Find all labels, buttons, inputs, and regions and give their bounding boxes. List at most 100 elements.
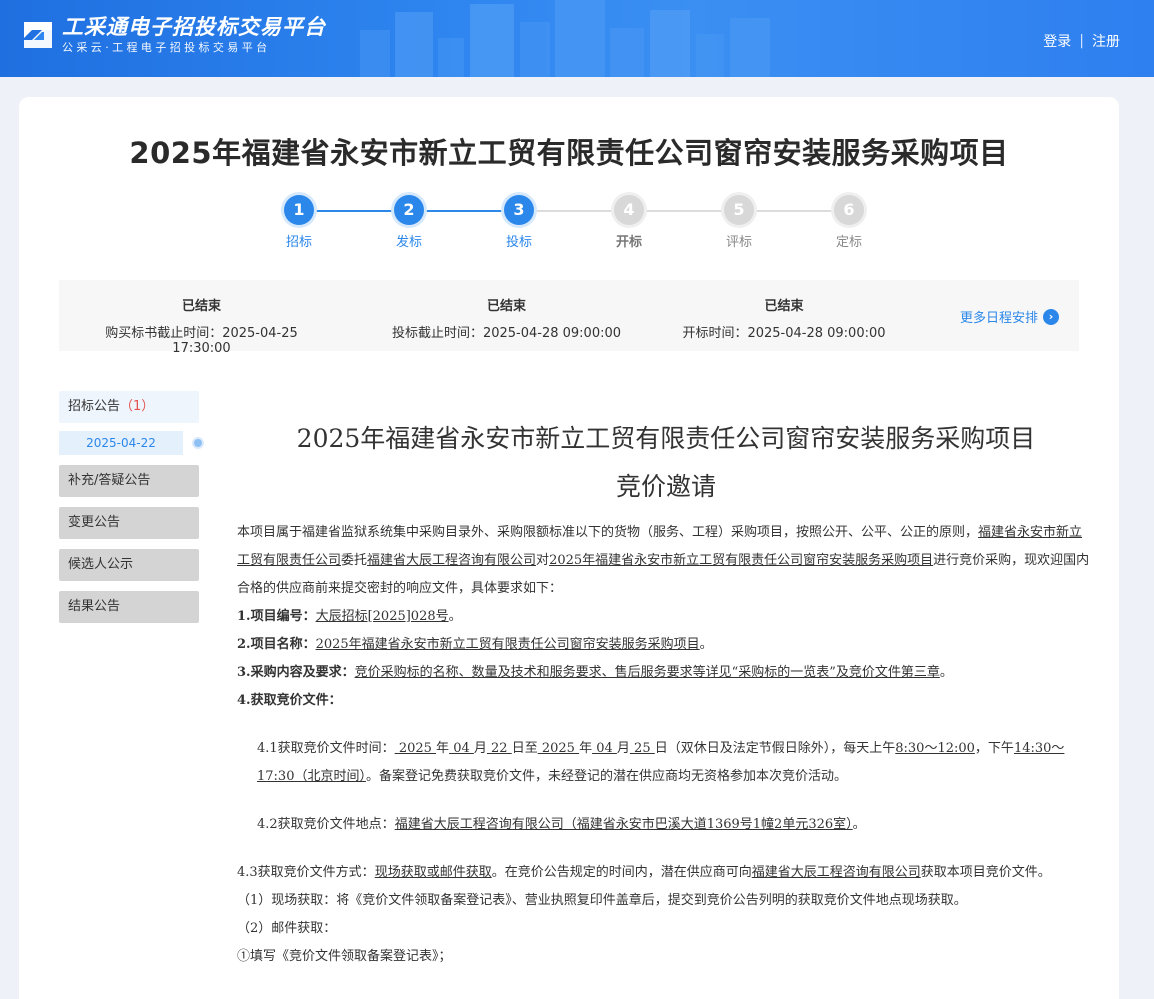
login-link[interactable]: 登录	[1043, 31, 1071, 51]
section-text: 。	[852, 817, 866, 832]
more-schedule-link[interactable]: 更多日程安排 ›	[960, 307, 1059, 326]
step-number: 4	[614, 195, 644, 225]
step-label: 定标	[835, 235, 862, 250]
schedule-bar: 已结束 购买标书截止时间：2025-04-25 17:30:00 已结束 投标截…	[59, 280, 1079, 356]
item-project-number: 1.项目编号：大辰招标[2025]028号。	[237, 603, 1095, 631]
date-year: 2025	[537, 741, 580, 756]
sidebar-item-label: 招标公告	[68, 399, 121, 414]
section-text: 4.3获取竞价文件方式：	[237, 865, 375, 880]
schedule-text: 开标时间：2025-04-28 09:00:00	[682, 326, 886, 341]
schedule-status: 已结束	[181, 299, 221, 314]
step-number: 5	[724, 195, 754, 225]
onsite-pickup: （1）现场获取：将《竞价文件领取备案登记表》、营业执照复印件盖章后，提交到竞价公…	[237, 893, 967, 908]
notice-date-link[interactable]: 2025-04-22	[59, 431, 183, 455]
pickup-address: 福建省大辰工程咨询有限公司（福建省永安市巴溪大道1369号1幢2单元326室）	[394, 817, 853, 832]
sidebar-item-candidate[interactable]: 候选人公示	[59, 549, 199, 581]
item-label: 3.采购内容及要求：	[237, 665, 355, 680]
step-number: 1	[284, 195, 314, 225]
sidebar-item-change[interactable]: 变更公告	[59, 507, 199, 539]
notice-count: （1）	[120, 399, 155, 414]
schedule-item-opening: 已结束 开标时间：2025-04-28 09:00:00	[674, 295, 894, 341]
agency-name: 福建省大辰工程咨询有限公司	[367, 553, 537, 568]
section-4-1: 4.1获取竞价文件时间： 2025 年 04 月 22 日至 2025 年 04…	[237, 735, 1095, 791]
register-link[interactable]: 注册	[1092, 31, 1120, 51]
schedule-text: 投标截止时间：2025-04-28 09:00:00	[391, 326, 622, 341]
more-schedule-label: 更多日程安排	[959, 311, 1038, 326]
notice-date-entry: 2025-04-22	[59, 431, 202, 459]
date-year: 2025	[394, 741, 437, 756]
date-month: 04	[449, 741, 474, 756]
step-number: 2	[394, 195, 424, 225]
morning-hours: 8:30～12:00	[895, 741, 975, 756]
section-text: 。在竞价公告规定的时间内，潜在供应商可向	[491, 865, 752, 880]
intro-text: 本项目属于福建省监狱系统集中采购目录外、采购限额标准以下的货物（服务、工程）采购…	[237, 525, 979, 540]
section-4-3: 4.3获取竞价文件方式：现场获取或邮件获取。在竞价公告规定的时间内，潜在供应商可…	[237, 859, 1095, 887]
item-end: 。	[939, 665, 953, 680]
sidebar-item-tender-notice[interactable]: 招标公告（1）	[59, 391, 199, 423]
step-award: 6 定标	[819, 195, 879, 250]
section-text: 4.2获取竞价文件地点：	[257, 817, 395, 832]
item-project-name: 2.项目名称：2025年福建省永安市新立工贸有限责任公司窗帘安装服务采购项目。	[237, 631, 1095, 659]
project-name: 2025年福建省永安市新立工贸有限责任公司窗帘安装服务采购项目	[549, 553, 934, 568]
section-text: 日（双休日及法定节假日除外），每天上午	[654, 741, 896, 756]
item-obtain-docs: 4.获取竞价文件：	[237, 687, 1095, 715]
item-value: 大辰招标[2025]028号	[315, 609, 449, 624]
section-text: 。备案登记免费获取竞价文件，未经登记的潜在供应商均无资格参加本次竞价活动。	[365, 769, 847, 784]
schedule-item-bid-deadline: 已结束 投标截止时间：2025-04-28 09:00:00	[389, 295, 624, 341]
schedule-item-purchase: 已结束 购买标书截止时间：2025-04-25 17:30:00	[79, 295, 324, 356]
step-open: 4 开标	[599, 195, 659, 250]
fill-form-step: ①填写《竞价文件领取备案登记表》；	[237, 949, 452, 964]
step-label: 投标	[505, 235, 532, 250]
step-tender: 1 招标	[269, 195, 329, 250]
date-day: 25	[629, 741, 655, 756]
item-end: 。	[699, 637, 713, 652]
section-text: 月	[473, 741, 487, 756]
step-bid: 3 投标	[489, 195, 549, 250]
article-title-line1: 2025年福建省永安市新立工贸有限责任公司窗帘安装服务采购项目	[296, 424, 1036, 453]
item-value: 2025年福建省永安市新立工贸有限责任公司窗帘安装服务采购项目	[315, 637, 700, 652]
logo-subtitle: 公采云·工程电子招投标交易平台	[62, 41, 271, 54]
step-issue: 2 发标	[379, 195, 439, 250]
intro-paragraph: 本项目属于福建省监狱系统集中采购目录外、采购限额标准以下的货物（服务、工程）采购…	[237, 519, 1095, 603]
section-text: 月	[616, 741, 630, 756]
schedule-text: 购买标书截止时间：2025-04-25 17:30:00	[105, 326, 298, 356]
notice-article: 2025年福建省永安市新立工贸有限责任公司窗帘安装服务采购项目 竞价邀请 本项目…	[237, 415, 1095, 971]
item-label: 4.获取竞价文件：	[237, 693, 342, 708]
step-label: 开标	[615, 235, 642, 250]
section-text: 获取本项目竞价文件。	[920, 865, 1051, 880]
project-card: 2025年福建省永安市新立工贸有限责任公司窗帘安装服务采购项目 1 招标 2 发…	[19, 97, 1119, 999]
article-title-line2: 竞价邀请	[615, 472, 716, 501]
active-dot-icon	[194, 439, 202, 447]
section-text: 日至	[511, 741, 538, 756]
step-label: 招标	[285, 235, 312, 250]
date-month: 04	[592, 741, 617, 756]
step-evaluate: 5 评标	[709, 195, 769, 250]
item-end: 。	[448, 609, 462, 624]
agency-name: 福建省大辰工程咨询有限公司	[751, 865, 921, 880]
chevron-right-icon: ›	[1043, 308, 1059, 325]
notice-sidebar: 招标公告（1） 2025-04-22 补充/答疑公告 变更公告 候选人公示 结果…	[59, 391, 202, 633]
skyline-decoration	[360, 0, 770, 77]
step-number: 3	[504, 195, 534, 225]
item-label: 2.项目名称：	[237, 637, 316, 652]
sidebar-item-result[interactable]: 结果公告	[59, 591, 199, 623]
logo-icon	[24, 22, 52, 48]
date-day: 22	[486, 741, 512, 756]
item-requirements: 3.采购内容及要求：竞价采购标的名称、数量及技术和服务要求、售后服务要求等详见“…	[237, 659, 1095, 687]
section-text: 4.1获取竞价文件时间：	[257, 741, 395, 756]
section-4-2: 4.2获取竞价文件地点：福建省大辰工程咨询有限公司（福建省永安市巴溪大道1369…	[237, 811, 1095, 839]
page-title: 2025年福建省永安市新立工贸有限责任公司窗帘安装服务采购项目	[129, 136, 1009, 170]
section-text: ，下午	[974, 741, 1014, 756]
platform-logo[interactable]: 工采通电子招投标交易平台 公采云·工程电子招投标交易平台	[18, 14, 326, 56]
logo-title: 工采通电子招投标交易平台	[62, 15, 326, 39]
progress-steps: 1 招标 2 发标 3 投标 4 开标 5 评标 6 定标	[269, 195, 889, 255]
intro-text: 对	[536, 553, 550, 568]
top-header: 工采通电子招投标交易平台 公采云·工程电子招投标交易平台 登录 | 注册	[0, 0, 1154, 77]
auth-links: 登录 | 注册	[1043, 31, 1120, 51]
schedule-status: 已结束	[486, 299, 526, 314]
sidebar-item-supplement[interactable]: 补充/答疑公告	[59, 465, 199, 497]
step-number: 6	[834, 195, 864, 225]
section-text: 年	[436, 741, 450, 756]
section-text: 年	[579, 741, 593, 756]
obtain-method: 现场获取或邮件获取	[374, 865, 492, 880]
